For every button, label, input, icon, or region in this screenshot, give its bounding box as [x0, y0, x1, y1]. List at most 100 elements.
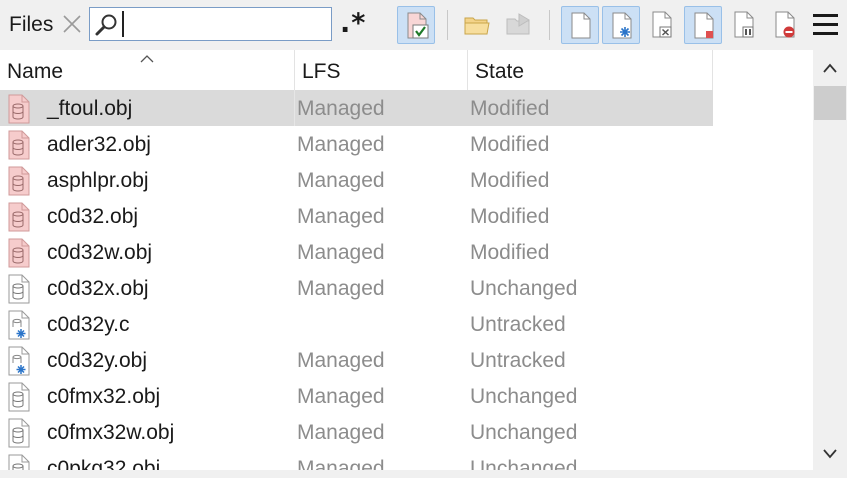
table-row[interactable]: c0fmx32.obj Managed Unchanged — [0, 378, 713, 414]
menu-bar — [813, 32, 838, 35]
column-divider — [294, 198, 295, 234]
table-row[interactable]: c0d32w.obj Managed Modified — [0, 234, 713, 270]
file-state: Modified — [470, 205, 550, 228]
file-name: c0d32x.obj — [47, 277, 149, 300]
show-deleted-icon — [775, 11, 795, 38]
lfs-status: Managed — [297, 133, 385, 156]
file-name: adler32.obj — [47, 133, 151, 156]
show-locked-toggle[interactable] — [725, 6, 763, 44]
sort-ascending-icon — [140, 55, 154, 63]
modified-file-icon — [7, 94, 31, 124]
file-name: c0d32y.obj — [47, 349, 148, 372]
column-divider — [294, 414, 295, 450]
untracked-file-icon — [7, 310, 31, 340]
lfs-status: Managed — [297, 241, 385, 264]
file-state: Unchanged — [470, 421, 578, 444]
scroll-thumb[interactable] — [814, 86, 846, 120]
table-row[interactable]: c0fmx32w.obj Managed Unchanged — [0, 414, 713, 450]
column-header-name-label: Name — [7, 60, 64, 83]
search-box[interactable] — [89, 7, 332, 41]
toolbar-separator — [549, 10, 550, 40]
column-divider — [294, 270, 295, 306]
table-row[interactable]: asphlpr.obj Managed Modified — [0, 162, 713, 198]
table-row[interactable]: c0d32y.c Untracked — [0, 306, 713, 342]
table-row[interactable]: c0d32x.obj Managed Unchanged — [0, 270, 713, 306]
file-state: Unchanged — [470, 385, 578, 408]
table-row[interactable]: c0d32y.obj Managed Untracked — [0, 342, 713, 378]
column-divider — [294, 378, 295, 414]
toolbar-separator — [447, 10, 448, 40]
file-name: c0d32.obj — [47, 205, 139, 228]
file-state: Modified — [470, 133, 550, 156]
show-clean-toggle[interactable] — [561, 6, 599, 44]
file-list: Name LFS State _ftoul.obj Managed Modified… — [0, 50, 813, 478]
show-modified-icon — [407, 12, 429, 39]
table-row[interactable]: _ftoul.obj Managed Modified — [0, 90, 713, 126]
unchanged-file-icon — [7, 418, 31, 448]
column-header-lfs-label: LFS — [302, 60, 341, 83]
file-name: asphlpr.obj — [47, 169, 149, 192]
unchanged-file-icon — [7, 382, 31, 412]
regex-toggle[interactable]: .* — [340, 8, 366, 39]
column-divider — [294, 162, 295, 198]
show-clean-icon — [571, 12, 591, 39]
lfs-status: Managed — [297, 385, 385, 408]
file-state: Unchanged — [470, 277, 578, 300]
files-label: Files — [9, 13, 54, 36]
modified-file-icon — [7, 166, 31, 196]
folder-disabled-icon — [506, 13, 530, 35]
clear-filter-icon[interactable] — [61, 13, 83, 35]
menu-bar — [813, 23, 838, 26]
folder-action-button[interactable] — [499, 6, 537, 44]
column-header-lfs[interactable]: LFS — [295, 50, 468, 90]
column-divider — [294, 126, 295, 162]
toolbar: Files .* — [0, 0, 847, 50]
vertical-scrollbar[interactable] — [813, 50, 847, 478]
lfs-status: Managed — [297, 169, 385, 192]
show-modified-files-icon — [694, 12, 714, 39]
file-state: Modified — [470, 241, 550, 264]
show-untracked-toggle[interactable] — [602, 6, 640, 44]
scroll-down-icon[interactable] — [822, 448, 838, 460]
show-modified-files-toggle[interactable] — [684, 6, 722, 44]
file-name: c0d32y.c — [47, 313, 130, 336]
file-name: _ftoul.obj — [47, 97, 133, 120]
file-state: Untracked — [470, 313, 566, 336]
search-input[interactable] — [122, 11, 330, 37]
file-state: Modified — [470, 169, 550, 192]
horizontal-scroll-strip — [0, 470, 813, 478]
show-untracked-icon — [612, 12, 632, 39]
file-name: c0fmx32.obj — [47, 385, 161, 408]
show-ignored-toggle[interactable] — [643, 6, 681, 44]
show-deleted-toggle[interactable] — [766, 6, 804, 44]
search-icon — [95, 14, 117, 36]
show-modified-toggle[interactable] — [397, 6, 435, 44]
modified-file-icon — [7, 238, 31, 268]
open-folder-icon — [464, 17, 490, 35]
menu-bar — [813, 14, 838, 17]
modified-file-icon — [7, 202, 31, 232]
lfs-status: Managed — [297, 277, 385, 300]
scroll-up-icon[interactable] — [822, 62, 838, 74]
lfs-status: Managed — [297, 97, 385, 120]
file-state: Modified — [470, 97, 550, 120]
column-header-state[interactable]: State — [468, 50, 713, 90]
show-ignored-icon — [652, 11, 672, 38]
lfs-status: Managed — [297, 421, 385, 444]
open-folder-button[interactable] — [457, 6, 495, 44]
file-name: c0fmx32w.obj — [47, 421, 175, 444]
column-divider — [294, 234, 295, 270]
column-divider — [294, 306, 295, 342]
file-state: Untracked — [470, 349, 566, 372]
column-divider — [294, 90, 295, 126]
lfs-status: Managed — [297, 349, 385, 372]
file-name: c0d32w.obj — [47, 241, 153, 264]
table-row[interactable]: c0d32.obj Managed Modified — [0, 198, 713, 234]
column-header-name[interactable]: Name — [0, 50, 295, 90]
menu-icon[interactable] — [813, 14, 838, 36]
column-divider — [294, 342, 295, 378]
lfs-status: Managed — [297, 205, 385, 228]
table-row[interactable]: adler32.obj Managed Modified — [0, 126, 713, 162]
unchanged-file-icon — [7, 274, 31, 304]
untracked-file-icon — [7, 346, 31, 376]
